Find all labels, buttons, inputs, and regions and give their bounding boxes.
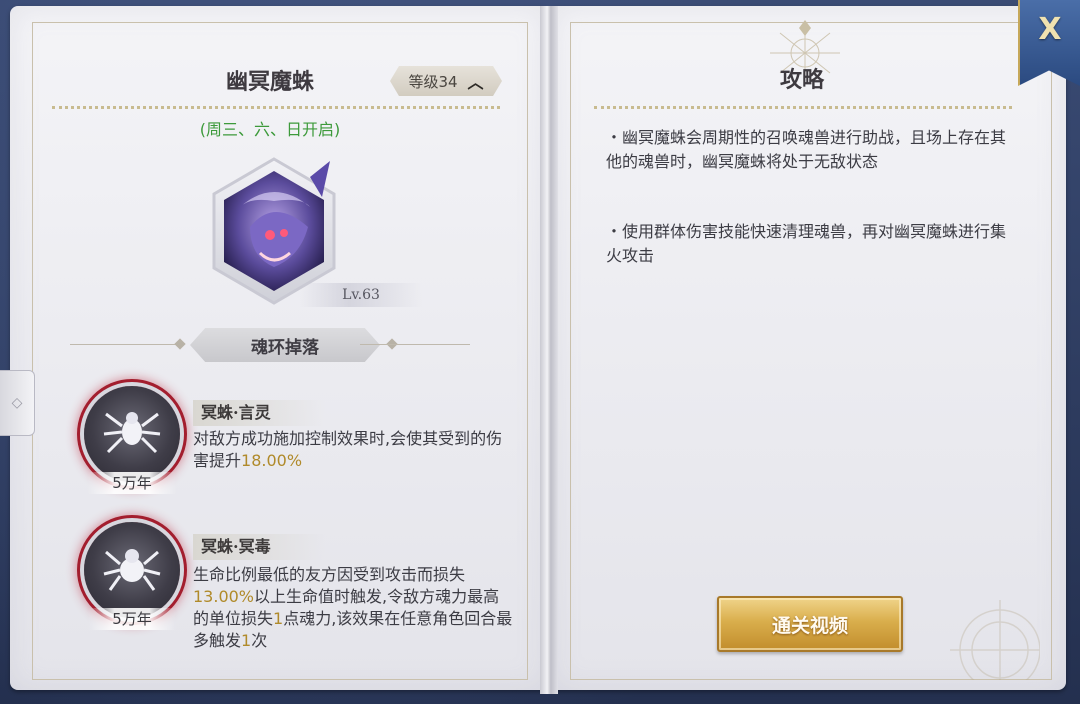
soul-ring-2[interactable]: 5万年	[80, 518, 184, 638]
chevron-up-icon: ︿	[467, 73, 484, 92]
close-icon: X	[1038, 12, 1062, 47]
boss-name: 幽冥魔蛛	[225, 69, 314, 95]
ring-orb	[84, 386, 180, 482]
desc-text: 次	[251, 631, 268, 650]
soul-ring-1[interactable]: 5万年	[80, 382, 184, 502]
boss-level: Lv.63	[300, 283, 422, 307]
book-spine	[540, 6, 558, 694]
ring-drop-header: 魂环掉落	[70, 328, 470, 362]
desc-text: 生命比例最低的友方因受到攻击而损失	[193, 565, 466, 584]
ring-skill-name: 冥蛛·冥毒	[193, 534, 325, 560]
compass-ornament	[930, 580, 1041, 691]
spider-icon	[103, 412, 161, 454]
strategy-title: 攻略	[779, 67, 824, 93]
desc-value: 1	[241, 631, 252, 650]
ring-age: 5万年	[88, 608, 176, 630]
ring-skill-name: 冥蛛·言灵	[193, 400, 325, 426]
divider-line	[360, 344, 470, 345]
ring-age: 5万年	[88, 472, 176, 494]
spider-icon	[103, 549, 161, 591]
strategy-tip: ・幽冥魔蛛会周期性的召唤魂兽进行助战，且场上存在其他的魂兽时，幽冥魔蛛将处于无敌…	[606, 128, 1007, 171]
divider	[594, 106, 1012, 109]
ring-skill-desc: 对敌方成功施加控制效果时,会使其受到的伤害提升18.00%	[193, 428, 513, 472]
open-days: (周三、六、日开启)	[199, 120, 341, 139]
divider	[52, 106, 500, 109]
clear-video-button[interactable]: 通关视频	[717, 596, 903, 652]
diamond-icon	[174, 338, 186, 350]
desc-value: 1	[273, 609, 284, 628]
level-label: 等级34	[408, 72, 458, 91]
ring-orb	[84, 522, 180, 618]
divider-line	[70, 344, 180, 345]
desc-value: 13.00%	[193, 587, 255, 606]
desc-value: 18.00%	[241, 451, 303, 470]
ring-skill-desc: 生命比例最低的友方因受到攻击而损失13.00%以上生命值时触发,令敌方魂力最高的…	[193, 564, 513, 652]
desc-text: 对敌方成功施加控制效果时,会使其受到的伤害提升	[193, 429, 503, 470]
level-selector[interactable]: 等级34 ︿	[390, 66, 502, 96]
bookmark-tab[interactable]: ◇	[0, 370, 35, 436]
strategy-tip: ・使用群体伤害技能快速清理魂兽，再对幽冥魔蛛进行集火攻击	[606, 222, 1007, 265]
section-title: 魂环掉落	[190, 328, 380, 362]
